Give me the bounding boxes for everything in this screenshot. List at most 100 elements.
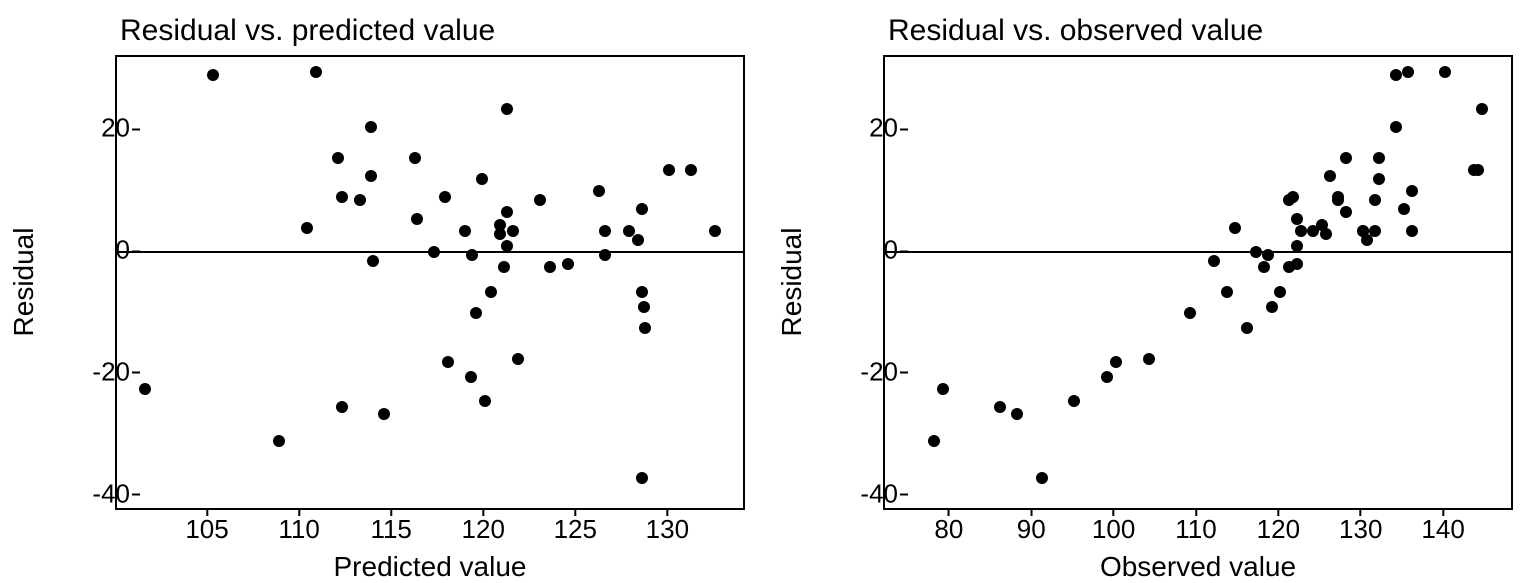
data-point <box>685 164 697 176</box>
y-tick: -20 <box>860 356 898 387</box>
data-point <box>632 234 644 246</box>
data-point <box>709 225 721 237</box>
data-point <box>663 164 675 176</box>
data-point <box>1340 206 1352 218</box>
data-point <box>442 356 454 368</box>
data-point <box>1340 152 1352 164</box>
data-point <box>310 66 322 78</box>
data-point <box>599 225 611 237</box>
y-tick: 20 <box>869 113 898 144</box>
y-axis-label-left: Residual <box>8 228 40 337</box>
chart-canvas: Residual vs. predicted value Residual Pr… <box>0 0 1536 576</box>
data-point <box>638 301 650 313</box>
data-point <box>562 258 574 270</box>
panel-residual-vs-predicted: Residual vs. predicted value Residual Pr… <box>0 0 768 576</box>
data-point <box>1390 69 1402 81</box>
data-point <box>501 240 513 252</box>
x-tick: 130 <box>1339 514 1382 545</box>
x-axis-label-right: Observed value <box>1100 551 1296 583</box>
data-point <box>1406 185 1418 197</box>
data-point <box>928 435 940 447</box>
y-tick: 0 <box>116 235 130 266</box>
data-point <box>1143 353 1155 365</box>
data-point <box>639 322 651 334</box>
data-point <box>1262 249 1274 261</box>
data-point <box>1036 472 1048 484</box>
y-tick: -40 <box>92 478 130 509</box>
data-point <box>498 261 510 273</box>
data-point <box>409 152 421 164</box>
data-point <box>476 173 488 185</box>
data-point <box>1373 152 1385 164</box>
zero-reference-line <box>885 251 1511 253</box>
data-point <box>479 395 491 407</box>
data-point <box>301 222 313 234</box>
plot-area-right <box>883 55 1513 510</box>
data-point <box>273 435 285 447</box>
data-point <box>1332 191 1344 203</box>
data-point <box>1472 164 1484 176</box>
data-point <box>1406 225 1418 237</box>
x-tick: 115 <box>370 514 411 545</box>
data-point <box>1241 322 1253 334</box>
data-point <box>1398 203 1410 215</box>
data-point <box>1221 286 1233 298</box>
data-point <box>207 69 219 81</box>
x-tick: 140 <box>1421 514 1464 545</box>
data-point <box>534 194 546 206</box>
data-point <box>1291 213 1303 225</box>
data-point <box>501 103 513 115</box>
data-point <box>636 286 648 298</box>
y-tick: -20 <box>92 356 130 387</box>
data-point <box>1373 173 1385 185</box>
data-point <box>365 121 377 133</box>
data-point <box>1110 356 1122 368</box>
data-point <box>367 255 379 267</box>
data-point <box>354 194 366 206</box>
x-tick: 120 <box>462 514 505 545</box>
data-point <box>1369 194 1381 206</box>
y-tick: 20 <box>101 113 130 144</box>
data-point <box>1291 240 1303 252</box>
y-tick: 0 <box>884 235 898 266</box>
data-point <box>1291 258 1303 270</box>
data-point <box>332 152 344 164</box>
data-point <box>1402 66 1414 78</box>
data-point <box>1258 261 1270 273</box>
chart-title-left: Residual vs. predicted value <box>120 14 495 48</box>
data-point <box>336 191 348 203</box>
x-tick: 120 <box>1257 514 1300 545</box>
x-tick: 125 <box>554 514 597 545</box>
data-point <box>365 170 377 182</box>
x-tick: 110 <box>1175 514 1216 545</box>
x-tick: 80 <box>934 514 963 545</box>
data-point <box>1369 225 1381 237</box>
data-point <box>485 286 497 298</box>
data-point <box>1229 222 1241 234</box>
data-point <box>994 401 1006 413</box>
data-point <box>1324 170 1336 182</box>
panel-residual-vs-observed: Residual vs. observed value Residual Obs… <box>768 0 1536 576</box>
x-tick: 105 <box>185 514 228 545</box>
y-tick: -40 <box>860 478 898 509</box>
data-point <box>1320 228 1332 240</box>
x-tick: 90 <box>1017 514 1046 545</box>
plot-area-left <box>115 55 745 510</box>
data-point <box>1476 103 1488 115</box>
data-point <box>494 228 506 240</box>
data-point <box>378 408 390 420</box>
data-point <box>1287 191 1299 203</box>
data-point <box>599 249 611 261</box>
data-point <box>1208 255 1220 267</box>
data-point <box>1011 408 1023 420</box>
data-point <box>459 225 471 237</box>
data-point <box>1101 371 1113 383</box>
data-point <box>1068 395 1080 407</box>
data-point <box>1250 246 1262 258</box>
data-point <box>593 185 605 197</box>
data-point <box>336 401 348 413</box>
x-tick: 100 <box>1092 514 1135 545</box>
data-point <box>512 353 524 365</box>
data-point <box>507 225 519 237</box>
x-tick: 110 <box>278 514 319 545</box>
